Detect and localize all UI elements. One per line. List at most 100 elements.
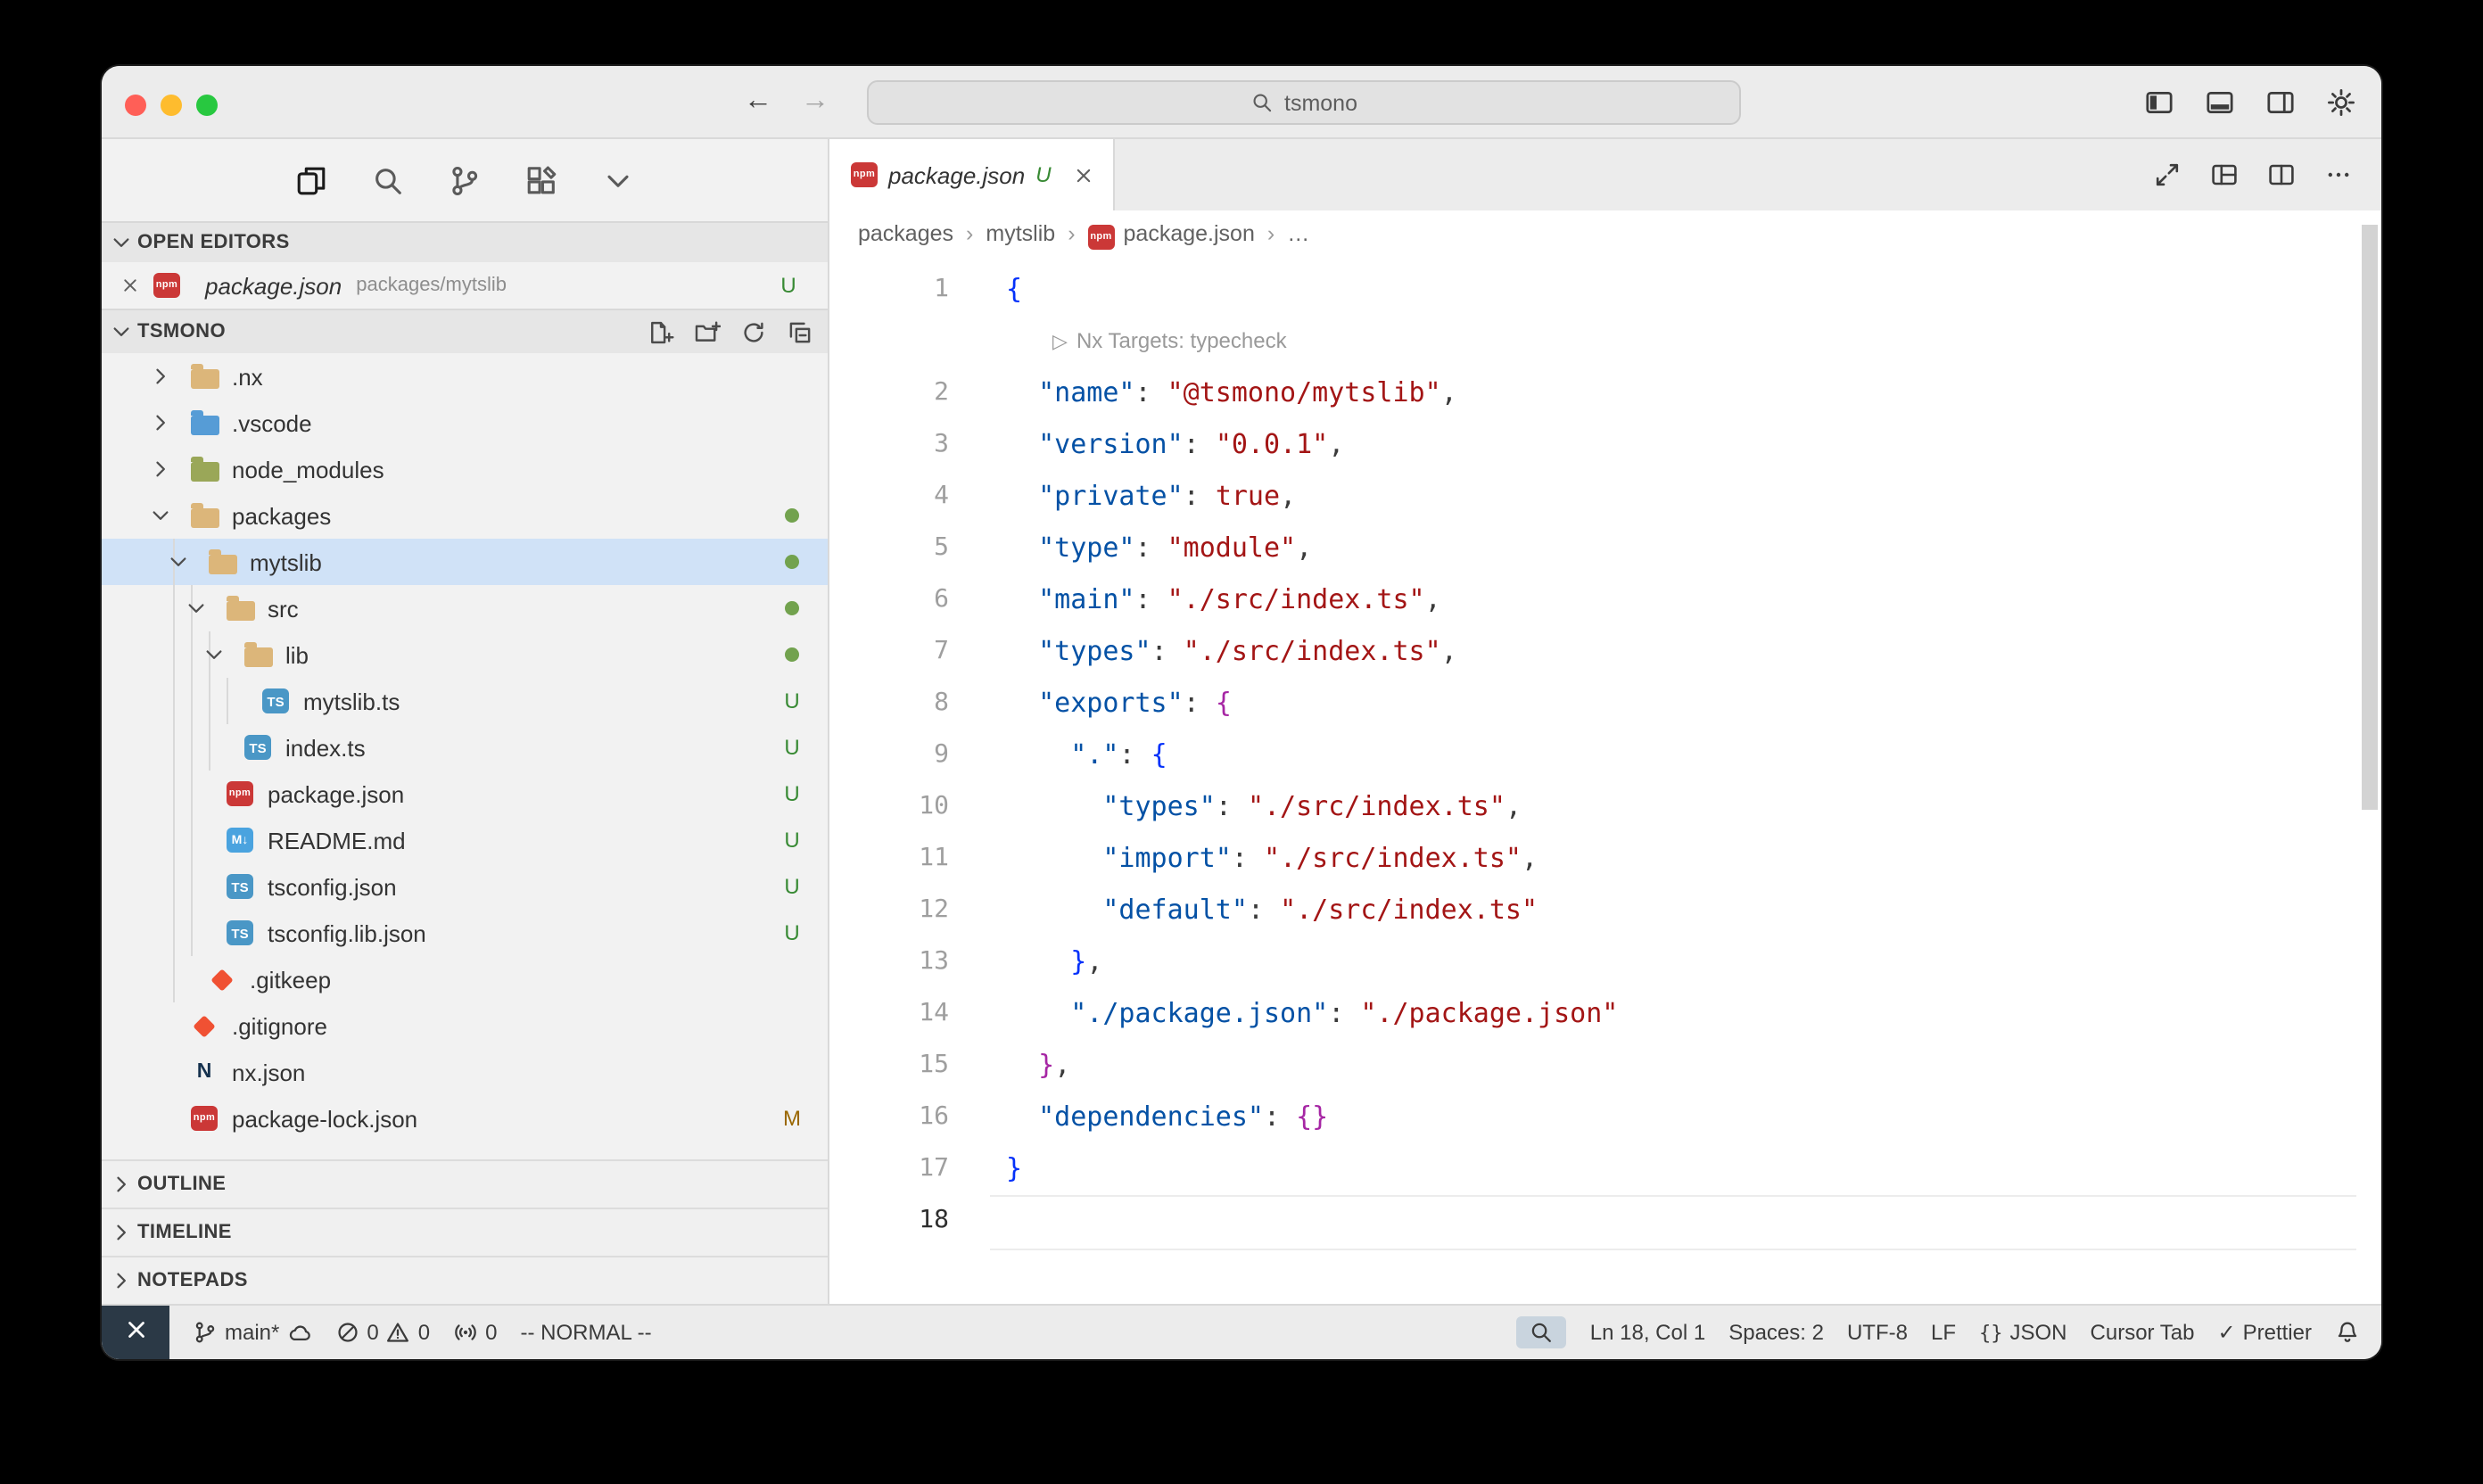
more-actions-button[interactable] bbox=[2324, 161, 2353, 189]
code-line[interactable]: }, bbox=[1006, 1040, 1618, 1092]
breadcrumb-item-package-json[interactable]: npmpackage.json bbox=[1088, 218, 1255, 249]
tree-item-.gitkeep[interactable]: .gitkeep bbox=[102, 956, 828, 1002]
activity-source-control[interactable] bbox=[448, 163, 482, 197]
code-line[interactable]: ".": { bbox=[1006, 730, 1618, 781]
tree-item-label: index.ts bbox=[285, 734, 366, 761]
editor-scrollbar[interactable] bbox=[2362, 225, 2378, 810]
code-line[interactable]: "types": "./src/index.ts", bbox=[1006, 626, 1618, 678]
toggle-secondary-sidebar-button[interactable] bbox=[2265, 87, 2296, 117]
code-editor[interactable]: 123456789101112131415161718 {▷Nx Targets… bbox=[829, 257, 2381, 1304]
editor-layout-button[interactable] bbox=[2210, 161, 2239, 189]
collapse-folders-button[interactable] bbox=[787, 318, 813, 345]
status-zoom-indicator[interactable] bbox=[1517, 1316, 1567, 1348]
sidebar-section-notepads[interactable]: NOTEPADS bbox=[102, 1256, 828, 1304]
status-formatter[interactable]: ✓Prettier bbox=[2218, 1320, 2313, 1345]
tree-item-tsconfig.lib.json[interactable]: TStsconfig.lib.jsonU bbox=[102, 910, 828, 956]
new-folder-button[interactable] bbox=[694, 318, 721, 345]
code-line[interactable] bbox=[1006, 1195, 1618, 1247]
open-changes-button[interactable] bbox=[2153, 161, 2182, 189]
activity-explorer[interactable] bbox=[294, 163, 328, 197]
git-status-badge: U bbox=[778, 874, 806, 899]
tree-item-.gitignore[interactable]: .gitignore bbox=[102, 1002, 828, 1049]
tree-item-README.md[interactable]: M↓README.mdU bbox=[102, 817, 828, 863]
refresh-explorer-button[interactable] bbox=[740, 318, 767, 345]
forward-button[interactable]: → bbox=[801, 86, 829, 118]
tree-item-label: node_modules bbox=[232, 456, 384, 482]
activity-search[interactable] bbox=[371, 163, 405, 197]
traffic-light-zoom[interactable] bbox=[196, 95, 218, 116]
sidebar-section-outline[interactable]: OUTLINE bbox=[102, 1159, 828, 1208]
status-text: JSON bbox=[2010, 1320, 2067, 1345]
back-button[interactable]: ← bbox=[744, 86, 772, 118]
tree-item-index.ts[interactable]: TSindex.tsU bbox=[102, 724, 828, 771]
traffic-light-close[interactable] bbox=[125, 95, 146, 116]
code-line[interactable]: "types": "./src/index.ts", bbox=[1006, 781, 1618, 833]
tree-item-packages[interactable]: packages bbox=[102, 492, 828, 539]
codelens[interactable]: ▷Nx Targets: typecheck bbox=[1006, 316, 1618, 367]
toggle-panel-button[interactable] bbox=[2205, 87, 2235, 117]
breadcrumb-item-packages[interactable]: packages bbox=[858, 221, 953, 246]
close-icon[interactable] bbox=[120, 275, 141, 296]
code-line[interactable]: "name": "@tsmono/mytslib", bbox=[1006, 367, 1618, 419]
code-line[interactable]: "private": true, bbox=[1006, 471, 1618, 523]
code-line[interactable]: { bbox=[1006, 264, 1618, 316]
breadcrumb-item-mytslib[interactable]: mytslib bbox=[986, 221, 1055, 246]
tree-item-label: packages bbox=[232, 502, 331, 529]
open-editors-header[interactable]: OPEN EDITORS bbox=[102, 221, 828, 262]
settings-button[interactable] bbox=[2326, 87, 2356, 117]
status-vim-mode[interactable]: -- NORMAL -- bbox=[521, 1320, 652, 1345]
code-line[interactable]: "dependencies": {} bbox=[1006, 1092, 1618, 1143]
tree-item-mytslib[interactable]: mytslib bbox=[102, 539, 828, 585]
tree-item-node_modules[interactable]: node_modules bbox=[102, 446, 828, 492]
tree-item-package.json[interactable]: npmpackage.jsonU bbox=[102, 771, 828, 817]
new-file-button[interactable] bbox=[648, 318, 674, 345]
remote-indicator[interactable] bbox=[102, 1306, 169, 1359]
close-icon[interactable] bbox=[1073, 163, 1096, 186]
code-line[interactable]: "default": "./src/index.ts" bbox=[1006, 885, 1618, 936]
tree-item-nx.json[interactable]: Nnx.json bbox=[102, 1049, 828, 1095]
traffic-light-minimize[interactable] bbox=[161, 95, 182, 116]
code-line[interactable]: }, bbox=[1006, 936, 1618, 988]
status-notifications[interactable] bbox=[2335, 1320, 2360, 1345]
chevron-right-icon bbox=[148, 410, 173, 435]
tree-item-mytslib.ts[interactable]: TSmytslib.tsU bbox=[102, 678, 828, 724]
code-line[interactable]: "import": "./src/index.ts", bbox=[1006, 833, 1618, 885]
status-eol[interactable]: LF bbox=[1931, 1320, 1956, 1345]
status-indentation[interactable]: Spaces: 2 bbox=[1728, 1320, 1824, 1345]
tree-item-lib[interactable]: lib bbox=[102, 631, 828, 678]
status-broadcast[interactable]: 0 bbox=[453, 1320, 497, 1345]
code-line[interactable]: "./package.json": "./package.json" bbox=[1006, 988, 1618, 1040]
code-line[interactable]: "exports": { bbox=[1006, 678, 1618, 730]
folder-icon bbox=[189, 365, 219, 388]
code-line[interactable]: "main": "./src/index.ts", bbox=[1006, 574, 1618, 626]
status-encoding[interactable]: UTF-8 bbox=[1847, 1320, 1908, 1345]
activity-extensions[interactable] bbox=[524, 163, 558, 197]
sidebar-sections: OUTLINETIMELINENOTEPADS bbox=[102, 1159, 828, 1304]
explorer-section-header[interactable]: TSMONO bbox=[102, 309, 828, 353]
tree-item-src[interactable]: src bbox=[102, 585, 828, 631]
command-center[interactable]: tsmono bbox=[867, 80, 1741, 125]
open-editor-item[interactable]: npm package.json packages/mytslib U bbox=[102, 262, 828, 309]
tab-package-json[interactable]: npm package.json U bbox=[829, 139, 1116, 210]
status-language-mode[interactable]: {}JSON bbox=[1979, 1320, 2067, 1345]
tree-item-package-lock.json[interactable]: npmpackage-lock.jsonM bbox=[102, 1095, 828, 1142]
status-problems[interactable]: 00 bbox=[334, 1320, 430, 1345]
activity-bar bbox=[102, 139, 828, 221]
tree-item-tsconfig.json[interactable]: TStsconfig.jsonU bbox=[102, 863, 828, 910]
breadcrumb-separator: › bbox=[966, 221, 973, 246]
open-editors-label: OPEN EDITORS bbox=[137, 232, 290, 253]
code-line[interactable]: "type": "module", bbox=[1006, 523, 1618, 574]
status-cursor-tab[interactable]: Cursor Tab bbox=[2091, 1320, 2195, 1345]
code-line[interactable]: } bbox=[1006, 1143, 1618, 1195]
toggle-primary-sidebar-button[interactable] bbox=[2144, 87, 2174, 117]
code-line[interactable]: "version": "0.0.1", bbox=[1006, 419, 1618, 471]
tree-item-.nx[interactable]: .nx bbox=[102, 353, 828, 400]
status-git-branch[interactable]: main* bbox=[193, 1320, 311, 1345]
split-editor-button[interactable] bbox=[2267, 161, 2296, 189]
status-cursor-position[interactable]: Ln 18, Col 1 bbox=[1590, 1320, 1705, 1345]
chevron-down-icon bbox=[166, 549, 191, 574]
sidebar-section-timeline[interactable]: TIMELINE bbox=[102, 1208, 828, 1256]
activity-more-views[interactable] bbox=[601, 163, 635, 197]
breadcrumb-item--[interactable]: … bbox=[1287, 221, 1309, 246]
tree-item-.vscode[interactable]: .vscode bbox=[102, 400, 828, 446]
